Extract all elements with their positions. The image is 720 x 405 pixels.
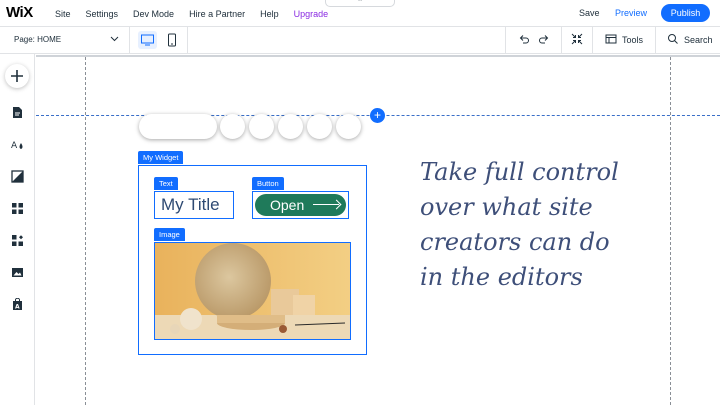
menu-settings[interactable]: Settings (86, 9, 119, 19)
apps-button[interactable] (11, 202, 24, 215)
page-selector-value: HOME (37, 35, 62, 44)
arrow-right-icon (313, 204, 339, 205)
hero-line: Take full control (420, 158, 619, 186)
hero-heading[interactable]: Take full control over what site creator… (420, 155, 680, 295)
editor-toolbar: Page: HOME Tools Search (0, 27, 720, 54)
hero-line: in the editors (420, 263, 583, 291)
menu-upgrade[interactable]: Upgrade (294, 9, 329, 19)
preview-button[interactable]: Preview (615, 8, 647, 18)
undo-button[interactable] (518, 33, 530, 48)
svg-text:A: A (15, 304, 20, 311)
plus-icon (11, 70, 23, 82)
media-button[interactable] (11, 266, 24, 279)
toolbar-divider (592, 27, 593, 54)
text-element-tag[interactable]: Text (154, 177, 178, 190)
left-rail: A A (0, 54, 35, 405)
gridline-left (85, 57, 86, 405)
redo-button[interactable] (538, 33, 550, 48)
button-element[interactable]: Open (252, 191, 349, 219)
toolbar-divider (129, 27, 130, 54)
page-icon (13, 107, 22, 118)
image-icon (12, 268, 23, 277)
desktop-icon (141, 34, 154, 46)
tools-button[interactable]: Tools (622, 35, 643, 45)
menu-help[interactable]: Help (260, 9, 279, 19)
tools-icon[interactable] (605, 33, 617, 48)
shape-circle[interactable] (249, 114, 274, 139)
menu-site[interactable]: Site (55, 9, 71, 19)
grid-icon (12, 203, 23, 214)
add-section-button[interactable]: + (370, 108, 385, 123)
publish-button[interactable]: Publish (661, 4, 710, 22)
pages-button[interactable] (11, 106, 24, 119)
menu-hire-a-partner[interactable]: Hire a Partner (189, 9, 245, 19)
desktop-view-button[interactable] (138, 31, 157, 49)
hero-line: creators can do (420, 228, 610, 256)
text-theme-icon: A (11, 141, 23, 151)
app-market-icon: A (13, 297, 22, 311)
background-icon (11, 170, 24, 183)
collapse-top-bar-button[interactable]: ⌃ (325, 0, 395, 7)
app-market-button[interactable]: A (11, 297, 24, 311)
open-button[interactable]: Open (255, 194, 346, 216)
toolbar-divider (187, 27, 188, 54)
plus-icon: + (373, 108, 381, 122)
search-icon[interactable] (667, 33, 679, 48)
search-button[interactable]: Search (684, 35, 713, 45)
add-elements-button[interactable] (5, 64, 29, 88)
image-element-tag[interactable]: Image (154, 228, 185, 241)
toolbar-divider (561, 27, 562, 54)
page-selector-prefix: Page: (14, 35, 35, 44)
undo-icon (519, 35, 529, 44)
product-photo (155, 243, 350, 339)
puzzle-icon (12, 235, 23, 246)
theme-button[interactable]: A (11, 138, 24, 151)
chevron-up-icon: ⌃ (357, 0, 363, 6)
hero-line: over what site (420, 193, 593, 221)
chevron-down-icon[interactable] (110, 34, 119, 45)
shape-pill[interactable] (139, 114, 217, 139)
interactions-button[interactable] (11, 234, 24, 247)
mobile-view-button[interactable] (166, 31, 178, 49)
background-button[interactable] (11, 170, 24, 183)
shape-circle[interactable] (307, 114, 332, 139)
toolbar-divider (655, 27, 656, 54)
wix-logo[interactable]: WiX (6, 4, 33, 21)
toolbar-divider (505, 27, 506, 54)
widget-tag[interactable]: My Widget (138, 151, 184, 164)
mobile-icon (168, 33, 176, 47)
image-element[interactable] (154, 242, 351, 340)
title-text-element[interactable]: My Title (154, 191, 234, 219)
open-button-label: Open (270, 197, 305, 213)
collapse-arrows-icon (571, 33, 583, 45)
svg-text:A: A (11, 141, 18, 151)
shape-circle[interactable] (220, 114, 245, 139)
page-selector[interactable]: Page: HOME (14, 35, 61, 44)
menu-dev-mode[interactable]: Dev Mode (133, 9, 174, 19)
shape-circle[interactable] (336, 114, 361, 139)
zoom-out-button[interactable] (571, 33, 583, 48)
shape-circle[interactable] (278, 114, 303, 139)
title-text: My Title (161, 195, 220, 214)
redo-icon (539, 35, 549, 44)
top-bar: WiX Site Settings Dev Mode Hire a Partne… (0, 0, 720, 27)
save-button[interactable]: Save (579, 8, 600, 18)
editor-canvas[interactable]: + My Widget Text My Title Button Open Im… (36, 55, 720, 405)
button-element-tag[interactable]: Button (252, 177, 284, 190)
main-menu: Site Settings Dev Mode Hire a Partner He… (55, 0, 343, 27)
